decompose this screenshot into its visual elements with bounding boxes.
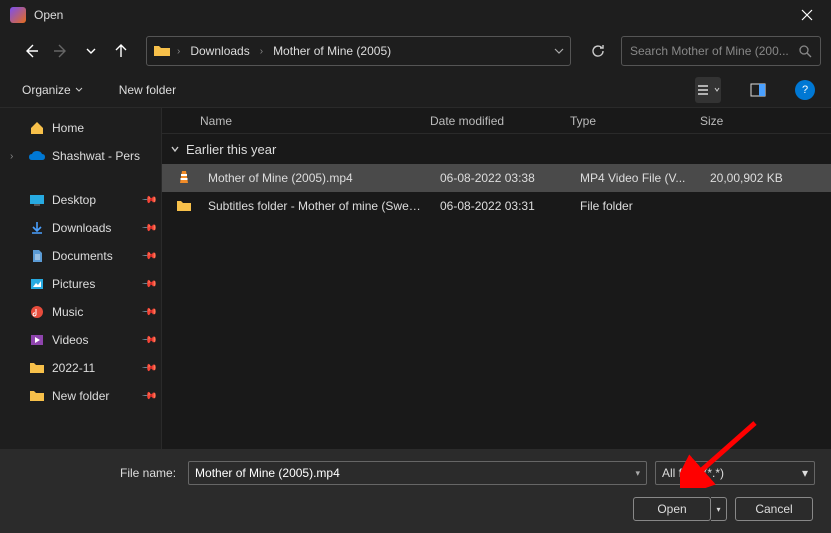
organize-button[interactable]: Organize: [16, 79, 89, 101]
sidebar-documents[interactable]: Documents 📌: [0, 242, 161, 270]
file-date: 06-08-2022 03:31: [432, 199, 572, 213]
chevron-down-icon: ▾: [802, 466, 808, 480]
open-dropdown[interactable]: ▾: [711, 497, 727, 521]
pin-icon: 📌: [140, 304, 157, 321]
sidebar-new-folder[interactable]: New folder 📌: [0, 382, 161, 410]
filename-input[interactable]: Mother of Mine (2005).mp4 ▾: [188, 461, 647, 485]
sidebar-home[interactable]: Home: [0, 114, 161, 142]
sidebar-pictures[interactable]: Pictures 📌: [0, 270, 161, 298]
app-icon: [10, 7, 26, 23]
folder-icon: [174, 200, 194, 212]
chevron-down-icon[interactable]: ▾: [635, 468, 640, 479]
search-placeholder: Search Mother of Mine (200...: [630, 44, 792, 58]
column-date[interactable]: Date modified: [422, 114, 562, 128]
sidebar-videos[interactable]: Videos 📌: [0, 326, 161, 354]
pictures-icon: [28, 278, 46, 290]
file-list: Name Date modified Type Size Earlier thi…: [162, 108, 831, 460]
column-name[interactable]: Name: [192, 114, 422, 128]
chevron-down-icon: [170, 144, 180, 154]
recent-dropdown[interactable]: [78, 38, 104, 64]
refresh-button[interactable]: [583, 36, 613, 66]
back-button[interactable]: [18, 38, 44, 64]
forward-button[interactable]: [48, 38, 74, 64]
search-icon: [798, 44, 812, 58]
cancel-button[interactable]: Cancel: [735, 497, 813, 521]
close-button[interactable]: [787, 0, 827, 30]
pin-icon: 📌: [140, 388, 157, 405]
sidebar-folder-1[interactable]: 2022-11 📌: [0, 354, 161, 382]
group-header[interactable]: Earlier this year: [162, 134, 831, 164]
up-button[interactable]: [108, 38, 134, 64]
file-type: MP4 Video File (V...: [572, 171, 702, 185]
home-icon: [28, 121, 46, 135]
open-button[interactable]: Open: [633, 497, 711, 521]
videos-icon: [28, 334, 46, 346]
pin-icon: 📌: [140, 248, 157, 265]
column-type[interactable]: Type: [562, 114, 692, 128]
column-size[interactable]: Size: [692, 114, 831, 128]
file-type: File folder: [572, 199, 702, 213]
folder-icon: [28, 362, 46, 374]
pin-icon: 📌: [140, 192, 157, 209]
toolbar: Organize New folder ?: [0, 72, 831, 108]
chevron-down-icon: [75, 86, 83, 94]
breadcrumb-current[interactable]: Mother of Mine (2005): [269, 42, 395, 60]
pin-icon: 📌: [140, 276, 157, 293]
address-dropdown[interactable]: [554, 46, 564, 56]
filename-label: File name:: [120, 466, 176, 480]
file-name: Mother of Mine (2005).mp4: [200, 171, 432, 185]
chevron-right-icon: ›: [10, 151, 22, 162]
new-folder-button[interactable]: New folder: [113, 79, 182, 101]
sidebar: Home › Shashwat - Pers Desktop 📌 Downloa…: [0, 108, 162, 460]
file-type-filter[interactable]: All files (*.*) ▾: [655, 461, 815, 485]
titlebar: Open: [0, 0, 831, 30]
sidebar-desktop[interactable]: Desktop 📌: [0, 186, 161, 214]
footer: File name: Mother of Mine (2005).mp4 ▾ A…: [0, 449, 831, 533]
help-button[interactable]: ?: [795, 80, 815, 100]
folder-icon: [28, 390, 46, 402]
breadcrumb-downloads[interactable]: Downloads: [186, 42, 253, 60]
desktop-icon: [28, 194, 46, 206]
chevron-right-icon: ›: [177, 46, 180, 57]
window-title: Open: [34, 8, 787, 22]
file-row[interactable]: Subtitles folder - Mother of mine (Swede…: [162, 192, 831, 220]
view-list-button[interactable]: [695, 77, 721, 103]
pin-icon: 📌: [140, 220, 157, 237]
preview-pane-button[interactable]: [745, 77, 771, 103]
folder-icon: [153, 44, 171, 58]
file-size: 20,00,902 KB: [702, 171, 831, 185]
file-row[interactable]: Mother of Mine (2005).mp4 06-08-2022 03:…: [162, 164, 831, 192]
pin-icon: 📌: [140, 360, 157, 377]
search-box[interactable]: Search Mother of Mine (200...: [621, 36, 821, 66]
sidebar-personal[interactable]: › Shashwat - Pers: [0, 142, 161, 170]
pin-icon: 📌: [140, 332, 157, 349]
file-name: Subtitles folder - Mother of mine (Swede…: [200, 199, 432, 213]
navbar: › Downloads › Mother of Mine (2005) Sear…: [0, 30, 831, 72]
chevron-right-icon: ›: [260, 46, 263, 57]
downloads-icon: [28, 221, 46, 235]
onedrive-icon: [28, 150, 46, 162]
address-bar[interactable]: › Downloads › Mother of Mine (2005): [146, 36, 571, 66]
vlc-icon: [174, 170, 194, 186]
column-headers: Name Date modified Type Size: [162, 108, 831, 134]
documents-icon: [28, 249, 46, 263]
music-icon: [28, 305, 46, 319]
close-icon: [801, 9, 813, 21]
sidebar-music[interactable]: Music 📌: [0, 298, 161, 326]
file-date: 06-08-2022 03:38: [432, 171, 572, 185]
sidebar-downloads[interactable]: Downloads 📌: [0, 214, 161, 242]
